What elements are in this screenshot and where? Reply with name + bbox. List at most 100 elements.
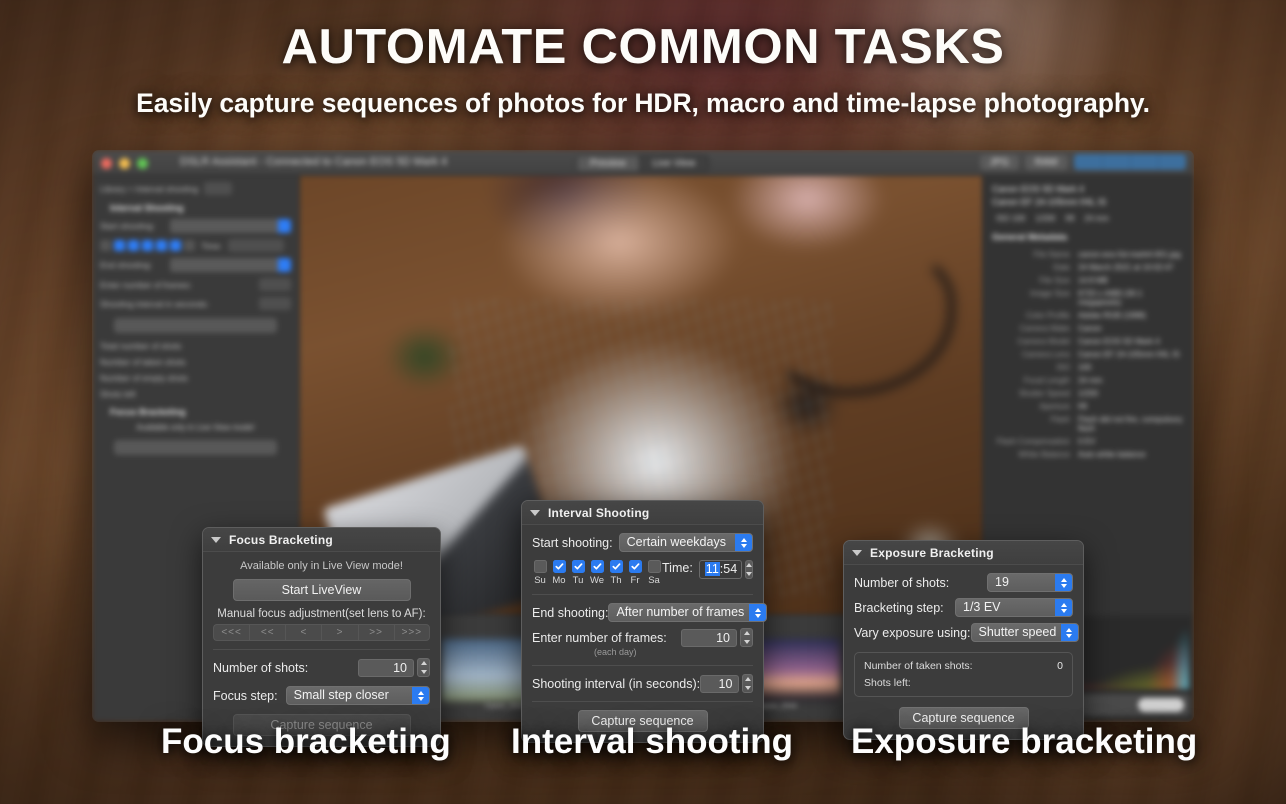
- disclosure-triangle-icon[interactable]: [211, 537, 221, 543]
- focus-step-select[interactable]: Small step closer: [286, 686, 430, 705]
- interval-shooting-header[interactable]: Interval Shooting: [522, 501, 763, 525]
- interval-frames-row[interactable]: Enter number of frames: 10: [532, 628, 753, 647]
- window-traffic-lights[interactable]: [101, 158, 148, 169]
- minimize-icon[interactable]: [119, 158, 130, 169]
- interval-time-hour[interactable]: 11: [705, 562, 720, 576]
- weekday-th[interactable]: Th: [608, 560, 624, 586]
- layout-option-3-icon[interactable]: [1130, 154, 1158, 170]
- interval-seconds-stepper[interactable]: [742, 674, 753, 693]
- chevron-updown-icon[interactable]: [1061, 624, 1078, 641]
- weekday-fr-checkbox[interactable]: [629, 560, 642, 573]
- focus-step-back-small[interactable]: <: [285, 624, 321, 641]
- interval-time-stepper[interactable]: [745, 560, 753, 579]
- interval-end-select[interactable]: After number of frames: [608, 603, 767, 622]
- left-frames-row[interactable]: Enter number of frames:: [100, 278, 291, 291]
- left-start-shooting-row[interactable]: Start shooting:: [100, 219, 291, 233]
- interval-start-row[interactable]: Start shooting: Certain weekdays: [532, 533, 753, 552]
- left-weekday-mo[interactable]: [114, 240, 125, 251]
- left-interval-field[interactable]: [259, 297, 291, 310]
- left-end-shooting-row[interactable]: End shooting:: [100, 258, 291, 272]
- focus-bracketing-header[interactable]: Focus Bracketing: [203, 528, 440, 552]
- layout-segmented-control[interactable]: [1074, 154, 1186, 170]
- left-weekday-checkboxes[interactable]: [100, 240, 195, 251]
- start-liveview-button[interactable]: Start LiveView: [233, 579, 411, 601]
- layout-option-2-icon[interactable]: [1102, 154, 1130, 170]
- weekday-we[interactable]: We: [589, 560, 605, 586]
- titlebar-right-tools[interactable]: JPG RAW: [980, 154, 1186, 170]
- focus-number-of-shots-row[interactable]: Number of shots: 10: [213, 658, 430, 677]
- exposure-step-row[interactable]: Bracketing step: 1/3 EV: [854, 598, 1073, 617]
- close-icon[interactable]: [101, 158, 112, 169]
- exposure-bracketing-header[interactable]: Exposure Bracketing: [844, 541, 1083, 565]
- weekday-th-checkbox[interactable]: [610, 560, 623, 573]
- left-time-field[interactable]: [228, 239, 284, 252]
- interval-seconds-input[interactable]: 10: [700, 675, 739, 693]
- left-weekday-sa[interactable]: [184, 240, 195, 251]
- weekday-sa-checkbox[interactable]: [648, 560, 661, 573]
- weekday-mo[interactable]: Mo: [551, 560, 567, 586]
- chevron-updown-icon[interactable]: [1055, 599, 1072, 616]
- left-weekday-th[interactable]: [156, 240, 167, 251]
- weekday-su-checkbox[interactable]: [534, 560, 547, 573]
- focus-step-fwd-large[interactable]: >>>: [394, 624, 430, 641]
- disclosure-triangle-icon[interactable]: [530, 510, 540, 516]
- focus-bracketing-palette[interactable]: Focus Bracketing Available only in Live …: [202, 527, 441, 747]
- chevron-updown-icon[interactable]: [735, 534, 752, 551]
- chevron-updown-icon[interactable]: [749, 604, 766, 621]
- layout-option-4-icon[interactable]: [1158, 154, 1186, 170]
- focus-step-fwd-medium[interactable]: >>: [358, 624, 394, 641]
- chevron-updown-icon[interactable]: [1055, 574, 1072, 591]
- left-start-shooting-select[interactable]: [170, 219, 291, 233]
- left-frames-field[interactable]: [259, 278, 291, 291]
- exposure-shots-row[interactable]: Number of shots: 19: [854, 573, 1073, 592]
- view-mode-segmented-control[interactable]: Preview Live View: [576, 155, 709, 172]
- format-raw-button[interactable]: RAW: [1025, 155, 1068, 170]
- exposure-bracketing-palette[interactable]: Exposure Bracketing Number of shots: 19 …: [843, 540, 1084, 740]
- exposure-vary-select[interactable]: Shutter speed: [971, 623, 1079, 642]
- weekday-tu-checkbox[interactable]: [572, 560, 585, 573]
- layout-option-1-icon[interactable]: [1074, 154, 1102, 170]
- focus-step-back-large[interactable]: <<<: [213, 624, 249, 641]
- exposure-vary-row[interactable]: Vary exposure using: Shutter speed: [854, 623, 1073, 642]
- weekday-sa[interactable]: Sa: [646, 560, 662, 586]
- focus-shots-input[interactable]: 10: [358, 659, 414, 677]
- interval-time-minute[interactable]: :54: [720, 562, 737, 576]
- weekday-checkbox-group[interactable]: Su Mo Tu We: [532, 560, 662, 586]
- weekday-su[interactable]: Su: [532, 560, 548, 586]
- focus-step-fwd-small[interactable]: >: [321, 624, 357, 641]
- interval-seconds-row[interactable]: Shooting interval (in seconds): 10: [532, 674, 753, 693]
- focus-step-back-medium[interactable]: <<: [249, 624, 285, 641]
- left-weekday-fr[interactable]: [170, 240, 181, 251]
- weekday-mo-checkbox[interactable]: [553, 560, 566, 573]
- left-start-liveview-button[interactable]: [114, 440, 277, 455]
- interval-time-input[interactable]: 11:54: [699, 560, 742, 579]
- weekday-fr[interactable]: Fr: [627, 560, 643, 586]
- left-weekday-we[interactable]: [142, 240, 153, 251]
- interval-weekday-time-row[interactable]: Su Mo Tu We: [532, 560, 753, 586]
- interval-frames-stepper[interactable]: [740, 628, 753, 647]
- focus-step-segmented-control[interactable]: <<< << < > >> >>>: [213, 624, 430, 641]
- chevron-updown-icon[interactable]: [412, 687, 429, 704]
- focus-step-row[interactable]: Focus step: Small step closer: [213, 686, 430, 705]
- disclosure-triangle-icon[interactable]: [852, 550, 862, 556]
- tab-live-view[interactable]: Live View: [639, 156, 709, 171]
- maximize-icon[interactable]: [137, 158, 148, 169]
- weekday-we-checkbox[interactable]: [591, 560, 604, 573]
- interval-shooting-palette[interactable]: Interval Shooting Start shooting: Certai…: [521, 500, 764, 743]
- left-capture-sequence-button[interactable]: [114, 318, 277, 333]
- left-weekday-row[interactable]: Time:: [100, 239, 291, 252]
- left-weekday-su[interactable]: [100, 240, 111, 251]
- left-end-shooting-select[interactable]: [170, 258, 291, 272]
- weekday-tu[interactable]: Tu: [570, 560, 586, 586]
- left-weekday-tu[interactable]: [128, 240, 139, 251]
- exposure-shots-select[interactable]: 19: [987, 573, 1073, 592]
- tab-preview[interactable]: Preview: [577, 156, 639, 171]
- exposure-slider-icon[interactable]: [1138, 698, 1184, 712]
- focus-shots-stepper[interactable]: [417, 658, 430, 677]
- left-interval-row[interactable]: Shooting interval in seconds:: [100, 297, 291, 310]
- interval-frames-input[interactable]: 10: [681, 629, 737, 647]
- interval-end-row[interactable]: End shooting: After number of frames: [532, 603, 753, 622]
- format-jpg-button[interactable]: JPG: [980, 155, 1019, 170]
- exposure-step-select[interactable]: 1/3 EV: [955, 598, 1073, 617]
- interval-start-select[interactable]: Certain weekdays: [619, 533, 753, 552]
